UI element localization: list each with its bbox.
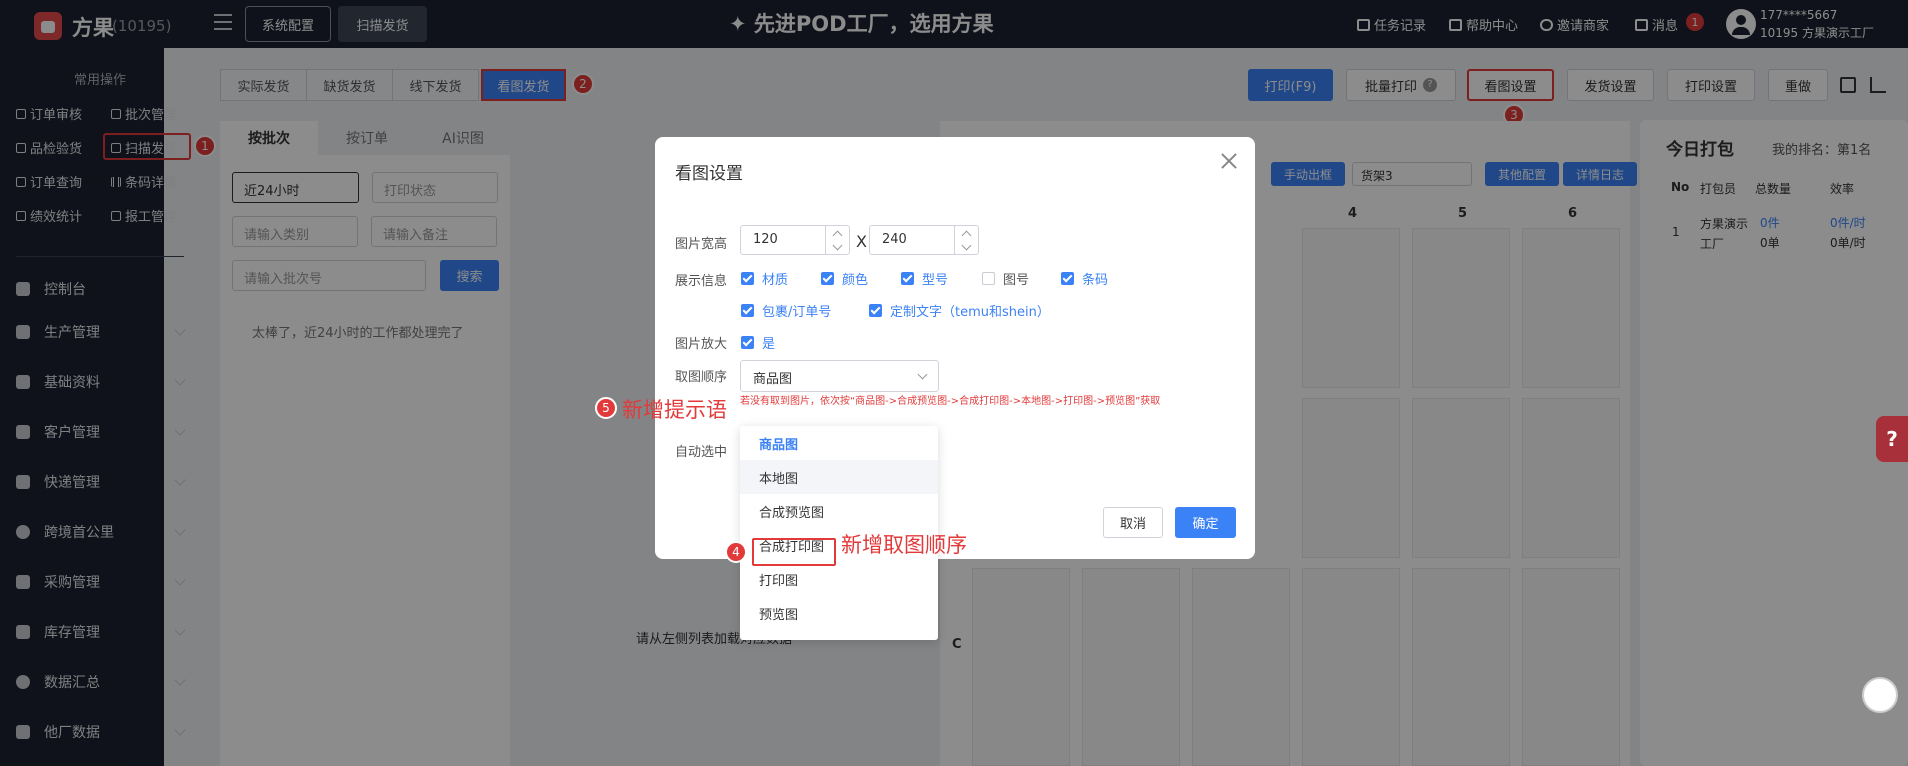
- dropdown-option[interactable]: 本地图: [740, 460, 938, 494]
- opt-barcode[interactable]: 条码: [1061, 269, 1108, 288]
- new-hint-note: 新增提示语: [622, 398, 727, 422]
- opt-model[interactable]: 型号: [901, 269, 948, 288]
- display-label: 展示信息: [675, 274, 728, 289]
- modal-title: 看图设置: [675, 164, 743, 184]
- checkbox-icon: [741, 272, 754, 285]
- checkbox-icon: [901, 272, 914, 285]
- close-icon[interactable]: [1219, 151, 1239, 171]
- float-help-icon[interactable]: ?: [1876, 416, 1908, 462]
- width-stepper[interactable]: 120: [740, 225, 850, 255]
- checkbox-icon: [1061, 272, 1074, 285]
- opt-material[interactable]: 材质: [741, 269, 788, 288]
- stepper-arrows-icon[interactable]: [825, 226, 849, 254]
- checkbox-icon: [741, 304, 754, 317]
- stepper-arrows-icon[interactable]: [954, 226, 978, 254]
- order-warning: 若没有取到图片，依次按“商品图->合成预览图->合成打印图->本地图->打印图-…: [740, 396, 1161, 407]
- dropdown-option[interactable]: 打印图: [740, 562, 938, 596]
- zoom-label: 图片放大: [675, 337, 728, 352]
- times-sign: X: [856, 232, 867, 251]
- checkbox-icon: [821, 272, 834, 285]
- chevron-down-icon: [917, 369, 928, 380]
- confirm-button[interactable]: 确定: [1175, 507, 1236, 538]
- order-label: 取图顺序: [675, 370, 728, 385]
- checkbox-icon: [982, 272, 995, 285]
- highlight-box-4: [752, 538, 836, 566]
- opt-zoom[interactable]: 是: [741, 333, 775, 352]
- opt-package-order[interactable]: 包裹/订单号: [741, 301, 831, 320]
- size-label: 图片宽高: [675, 237, 728, 252]
- dropdown-option[interactable]: 预览图: [740, 596, 938, 630]
- checkbox-icon: [869, 304, 882, 317]
- image-order-select[interactable]: 商品图: [740, 360, 939, 392]
- auto-select-label: 自动选中: [675, 445, 728, 460]
- marker-4: 4: [725, 541, 747, 563]
- cancel-button[interactable]: 取消: [1103, 507, 1163, 538]
- opt-custom-text[interactable]: 定制文字（temu和shein）: [869, 301, 1050, 320]
- new-order-note: 新增取图顺序: [841, 533, 967, 557]
- marker-5: 5: [595, 397, 617, 419]
- opt-image-no[interactable]: 图号: [982, 269, 1029, 288]
- dropdown-option[interactable]: 合成预览图: [740, 494, 938, 528]
- dropdown-option[interactable]: 商品图: [740, 426, 938, 460]
- opt-color[interactable]: 颜色: [821, 269, 868, 288]
- checkbox-icon: [741, 336, 754, 349]
- assistant-avatar-icon[interactable]: [1862, 677, 1898, 713]
- height-stepper[interactable]: 240: [869, 225, 979, 255]
